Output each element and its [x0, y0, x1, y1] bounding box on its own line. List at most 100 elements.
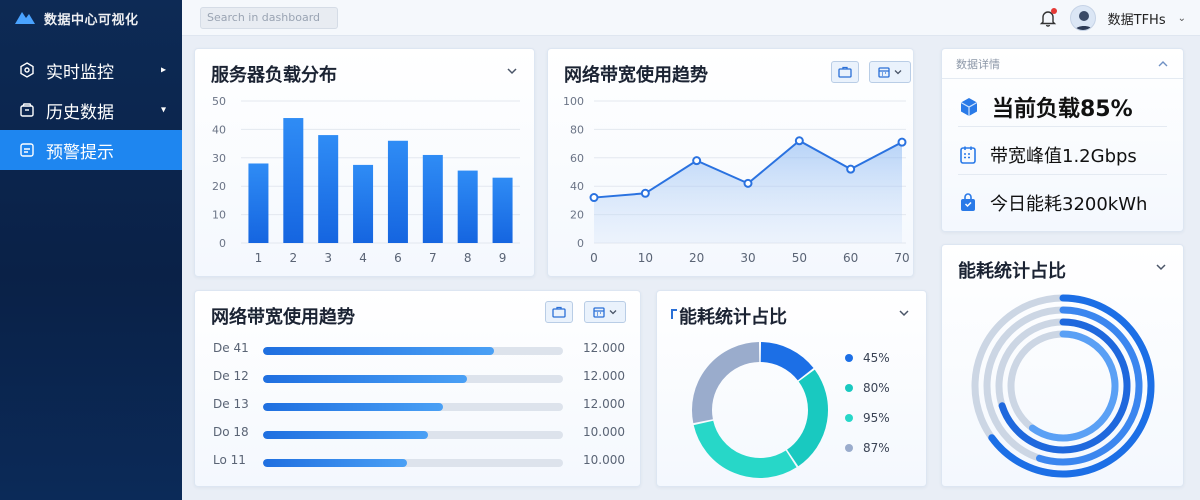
bar-track	[263, 403, 563, 411]
detail-item-energy: 今日能耗3200kWh	[958, 183, 1167, 223]
bar[interactable]	[248, 163, 269, 243]
calendar-icon	[877, 67, 890, 78]
trend-area	[594, 140, 902, 243]
chevron-up-icon[interactable]	[1157, 58, 1169, 70]
detail-title: 数据详情	[956, 58, 1000, 71]
x-tick-label: 2	[289, 251, 297, 265]
bracket-icon	[671, 309, 677, 319]
chevron-down-icon	[609, 310, 616, 315]
legend-swatch	[845, 354, 853, 362]
card-title: 网络带宽使用趋势	[564, 65, 708, 86]
bar-row-value: 12.000	[583, 341, 625, 355]
bar[interactable]	[422, 154, 443, 243]
briefcase-icon	[838, 66, 852, 78]
user-name[interactable]: 数据TFHs	[1108, 9, 1166, 28]
donut-slice[interactable]	[786, 369, 828, 467]
bar-fill[interactable]	[263, 459, 407, 467]
trend-point[interactable]	[743, 178, 753, 188]
bar[interactable]	[457, 170, 478, 243]
bar[interactable]	[492, 177, 513, 243]
x-tick-label: 8	[464, 251, 472, 265]
y-tick-label: 10	[212, 209, 226, 222]
detail-text: 今日能耗3200kWh	[990, 194, 1148, 215]
bar[interactable]	[318, 135, 339, 243]
bar[interactable]	[283, 118, 304, 243]
legend-label: 87%	[863, 441, 890, 455]
bar-row-label: Do 18	[213, 425, 249, 439]
alert-list-icon	[18, 141, 36, 159]
x-tick-label: 60	[843, 251, 858, 265]
export-button[interactable]	[831, 61, 859, 83]
caret-right-icon: ▸	[160, 64, 166, 76]
x-tick-label: 10	[638, 251, 653, 265]
chevron-down-icon[interactable]	[506, 65, 518, 77]
ring-progress[interactable]	[1028, 330, 1119, 442]
logo-icon	[15, 12, 35, 24]
trend-point[interactable]	[589, 193, 599, 203]
x-tick-label: 6	[394, 251, 402, 265]
detail-text: 当前负载85%	[992, 96, 1133, 122]
card-title: 能耗统计占比	[679, 307, 787, 328]
bar-track	[263, 431, 563, 439]
calendar-icon	[960, 146, 976, 164]
brand[interactable]: 数据中心可视化	[0, 0, 182, 36]
sidebar-item-history[interactable]: 历史数据 ▾	[0, 90, 182, 130]
bar[interactable]	[353, 164, 374, 243]
trend-point[interactable]	[692, 156, 702, 166]
trend-point[interactable]	[794, 136, 804, 146]
search-input[interactable]: Search in dashboard	[200, 7, 338, 29]
sidebar-item-label: 历史数据	[46, 102, 114, 123]
chevron-down-icon[interactable]	[1155, 261, 1167, 273]
calendar-select[interactable]	[869, 61, 911, 83]
bar-fill[interactable]	[263, 347, 494, 355]
bar-row-value: 10.000	[583, 425, 625, 439]
legend-item: 87%	[845, 441, 890, 455]
avatar[interactable]	[1069, 5, 1096, 31]
chevron-down-icon[interactable]	[898, 307, 910, 319]
bar-fill[interactable]	[263, 431, 428, 439]
y-tick-label: 80	[570, 123, 584, 136]
export-button[interactable]	[545, 301, 573, 323]
trend-point[interactable]	[846, 164, 856, 174]
x-tick-label: 0	[590, 251, 598, 265]
bar-fill[interactable]	[263, 375, 467, 383]
bar-fill[interactable]	[263, 403, 443, 411]
top-bar: Search in dashboard 数据TFHs ⌄	[182, 0, 1200, 36]
y-tick-label: 100	[563, 95, 584, 108]
detail-item-bandwidth: 带宽峰值1.2Gbps	[958, 135, 1167, 175]
x-tick-label: 70	[894, 251, 909, 265]
bar[interactable]	[387, 140, 408, 243]
energy-rings-card: 能耗统计占比	[941, 244, 1184, 487]
card-title: 服务器负载分布	[211, 65, 337, 86]
sidebar-nav: 实时监控 ▸ 历史数据 ▾ 预警提示	[0, 50, 182, 170]
detail-text: 带宽峰值1.2Gbps	[990, 145, 1137, 167]
y-tick-label: 20	[212, 180, 226, 193]
brand-name: 数据中心可视化	[44, 12, 139, 28]
y-tick-label: 40	[212, 123, 226, 136]
bag-icon	[961, 193, 975, 211]
donut-slice[interactable]	[693, 420, 797, 478]
y-tick-label: 20	[570, 209, 584, 222]
donut-slice[interactable]	[760, 342, 814, 381]
x-tick-label: 20	[689, 251, 704, 265]
calendar-select[interactable]	[584, 301, 626, 323]
sidebar-item-alerts[interactable]: 预警提示	[0, 130, 182, 170]
chevron-down-icon[interactable]: ⌄	[1178, 13, 1186, 24]
bar-row-value: 12.000	[583, 397, 625, 411]
archive-icon	[18, 101, 36, 119]
sidebar-item-realtime[interactable]: 实时监控 ▸	[0, 50, 182, 90]
bar-row-value: 10.000	[583, 453, 625, 467]
detail-item-load: 当前负载85%	[958, 87, 1167, 127]
y-tick-label: 50	[212, 95, 226, 108]
energy-donut-chart	[692, 342, 828, 478]
x-tick-label: 9	[499, 251, 507, 265]
legend-label: 80%	[863, 381, 890, 395]
server-load-card: 服务器负载分布 0 10 20 30 40 50 1 2 3 4 6 7 8 9	[194, 48, 535, 277]
x-tick-label: 1	[255, 251, 263, 265]
notification-bell-icon[interactable]	[1038, 8, 1058, 28]
card-title: 网络带宽使用趋势	[211, 307, 355, 328]
card-title: 能耗统计占比	[958, 261, 1066, 282]
trend-point[interactable]	[897, 137, 907, 147]
trend-point[interactable]	[640, 188, 650, 198]
donut-slice[interactable]	[692, 342, 760, 424]
